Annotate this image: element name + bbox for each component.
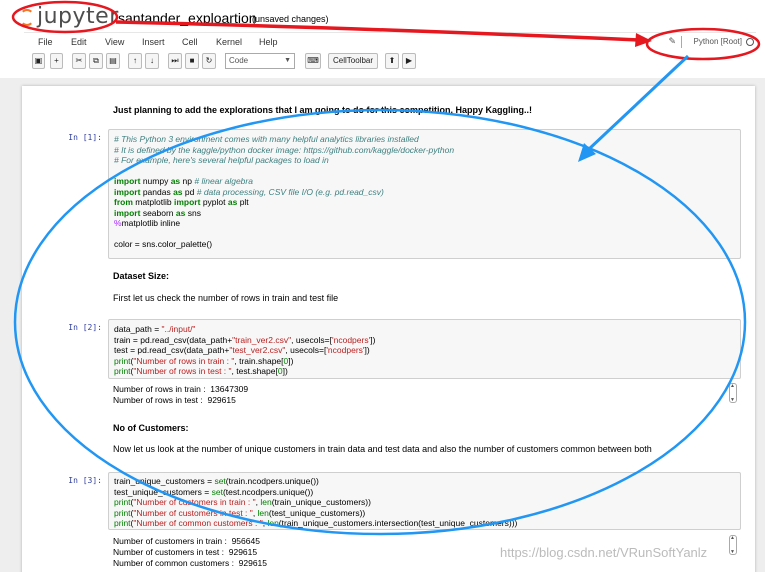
code-line: color = sns.color_palette() [114, 239, 213, 249]
code-line-train-unique: train_unique_customers = set(train.ncodp… [114, 476, 319, 486]
markdown-heading-dataset-size: Dataset Size: [113, 271, 170, 281]
input-prompt-2: In [2]: [68, 323, 102, 332]
move-down-icon[interactable]: ↓ [145, 53, 159, 69]
code-line: # For example, here's several helpful pa… [114, 155, 329, 165]
copy-icon[interactable]: ⧉ [89, 53, 103, 69]
save-icon[interactable]: ▣ [32, 53, 45, 69]
logo-text: jupyter [37, 4, 119, 29]
code-line-import-pyplot: from matplotlib import pyplot as plt [114, 197, 249, 207]
cell-type-select[interactable]: Code ▼ [225, 53, 295, 69]
menu-file[interactable]: File [38, 37, 53, 47]
output-line: Number of customers in train : 956645 [113, 536, 260, 546]
input-prompt-1: In [1]: [68, 133, 102, 142]
code-line-import-numpy: import numpy as np # linear algebra [114, 176, 253, 186]
code-line-print-test: print("Number of rows in test : ", test.… [114, 366, 288, 376]
code-line-import-seaborn: import seaborn as sns [114, 207, 201, 218]
code-line-print-test-cust: print("Number of customers in test : ", … [114, 507, 366, 518]
code-line-read-test: test = pd.read_csv(data_path+"test_ver2.… [114, 345, 370, 355]
move-up-icon[interactable]: ↑ [128, 53, 142, 69]
code-line-magic: %matplotlib inline [114, 218, 181, 228]
menubar: File Edit View Insert Cell Kernel Help ✎… [24, 32, 756, 52]
code-line-print-train-cust: print("Number of customers in train : ",… [114, 497, 371, 507]
output-line: Number of customers in test : 929615 [113, 547, 258, 557]
menu-cell[interactable]: Cell [182, 37, 198, 47]
code-line-read-train: train = pd.read_csv(data_path+"train_ver… [114, 334, 376, 345]
code-line-test-unique: test_unique_customers = set(test.ncodper… [114, 486, 314, 497]
paste-icon[interactable]: ▤ [106, 53, 120, 69]
code-line: # This Python 3 environment comes with m… [114, 134, 419, 144]
output-line: Number of common customers : 929615 [113, 558, 268, 568]
interrupt-icon[interactable]: ■ [185, 53, 199, 69]
code-line-data-path: data_path = "../input/" [114, 324, 196, 334]
output-scroll-toggle[interactable] [729, 535, 737, 555]
notebook-site: Just planning to add the explorations th… [0, 78, 765, 572]
celltoolbar-button[interactable]: CellToolbar [328, 53, 378, 69]
code-line: # It is defined by the kaggle/python doc… [114, 144, 455, 155]
cut-icon[interactable]: ✂ [72, 53, 86, 69]
upload-icon[interactable]: ⬆ [385, 53, 399, 69]
markdown-intro: Just planning to add the explorations th… [113, 105, 532, 115]
kernel-name: Python [Root] [693, 37, 742, 46]
save-status: (unsaved changes) [252, 14, 329, 24]
output-line: Number of rows in test : 929615 [113, 395, 236, 405]
jupyter-logo[interactable]: jupyter [20, 4, 119, 29]
markdown-text-dataset-size: First let us check the number of rows in… [113, 293, 339, 303]
markdown-text-customers: Now let us look at the number of unique … [113, 444, 652, 454]
code-cell-2[interactable]: data_path = "../input/" train = pd.read_… [108, 319, 741, 379]
menu-insert[interactable]: Insert [142, 37, 165, 47]
code-line-print-common: print("Number of common customers : ", l… [114, 518, 518, 528]
output-line: Number of rows in train : 13647309 [113, 384, 249, 394]
keyboard-icon[interactable]: ⌨ [305, 53, 321, 69]
edit-pencil-icon[interactable]: ✎ [668, 36, 676, 47]
toolbar: ▣ + ✂ ⧉ ▤ ↑ ↓ ⏭ ■ ↻ Code ▼ ⌨ CellToolbar … [24, 53, 756, 71]
menu-kernel[interactable]: Kernel [216, 37, 242, 47]
output-scroll-toggle[interactable] [729, 383, 737, 403]
menu-edit[interactable]: Edit [71, 37, 87, 47]
header: jupyter santander_exploartion (unsaved c… [0, 0, 765, 30]
code-cell-1[interactable]: # This Python 3 environment comes with m… [108, 129, 741, 259]
notebook-name[interactable]: santander_exploartion [118, 10, 257, 26]
code-line-print-train: print("Number of rows in train : ", trai… [114, 355, 294, 366]
restart-icon[interactable]: ↻ [202, 53, 216, 69]
input-prompt-3: In [3]: [68, 476, 102, 485]
markdown-heading-customers: No of Customers: [113, 423, 189, 433]
menu-help[interactable]: Help [259, 37, 278, 47]
watermark: https://blog.csdn.net/VRunSoftYanlz [500, 545, 708, 560]
code-cell-3[interactable]: train_unique_customers = set(train.ncodp… [108, 472, 741, 530]
present-icon[interactable]: ▶ [402, 53, 416, 69]
menu-view[interactable]: View [105, 37, 124, 47]
insert-cell-icon[interactable]: + [50, 53, 63, 69]
notebook-container: Just planning to add the explorations th… [22, 86, 755, 572]
kernel-status-icon [746, 38, 754, 46]
run-icon[interactable]: ⏭ [168, 53, 182, 69]
code-line-import-pandas: import pandas as pd # data processing, C… [114, 186, 384, 197]
jupyter-logo-icon [20, 8, 34, 26]
separator [681, 36, 682, 48]
